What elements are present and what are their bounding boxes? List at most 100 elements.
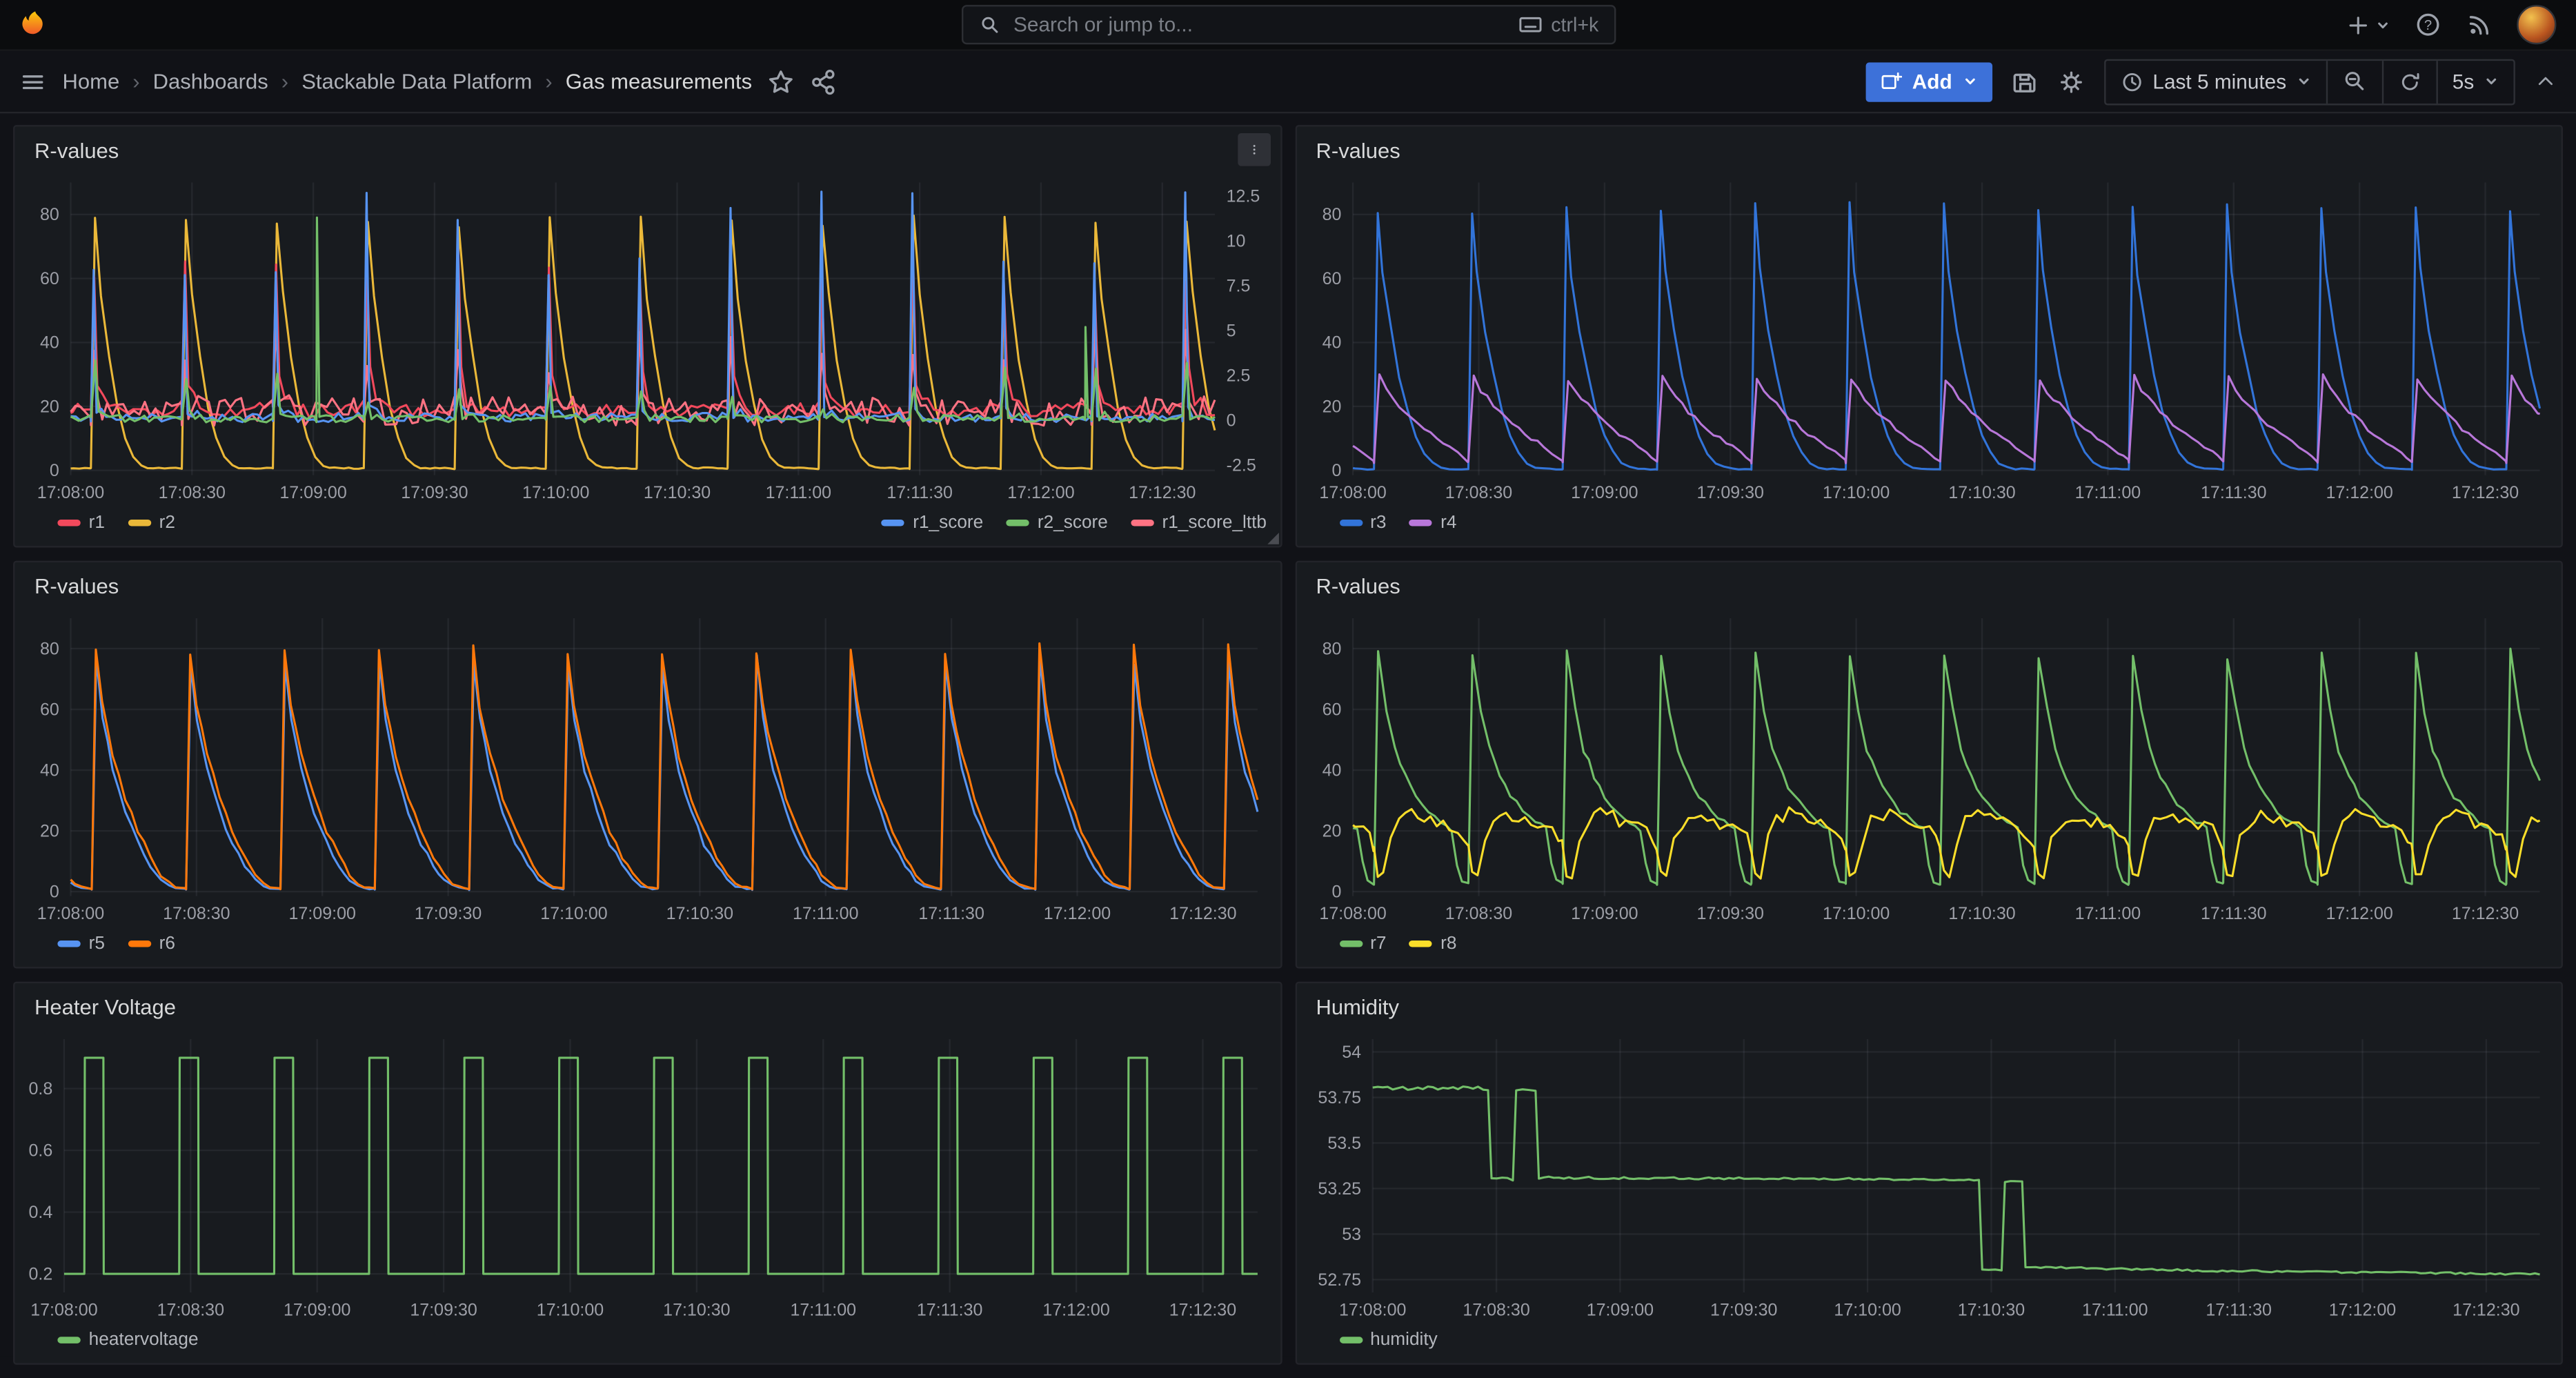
panel-header[interactable]: R-values [1296,562,2562,609]
refresh-button[interactable] [2381,60,2436,103]
time-series-chart[interactable]: 17:08:0017:08:3017:09:0017:09:3017:10:00… [1296,1030,2562,1322]
legend-item-r7[interactable]: r7 [1339,934,1387,954]
panel-title[interactable]: Heater Voltage [34,994,176,1018]
panel-title[interactable]: R-values [1316,573,1400,598]
time-series-chart[interactable]: 17:08:0017:08:3017:09:0017:09:3017:10:00… [14,609,1280,926]
x-axis-label: 17:12:30 [1169,904,1236,923]
breadcrumb-folder[interactable]: Stackable Data Platform [301,69,532,94]
save-dashboard-button[interactable] [2011,68,2037,95]
legend-item-r2_score[interactable]: r2_score [1007,513,1108,533]
legend-label: r1_score [913,513,983,533]
menu-toggle[interactable] [20,68,46,95]
zoom-out-button[interactable] [2326,60,2381,103]
shortcut-label: ctrl+k [1551,13,1598,36]
x-axis-label: 17:12:00 [2325,904,2392,923]
y-axis-label: 53.75 [1317,1088,1360,1108]
x-axis-label: 17:10:30 [644,483,711,502]
collapse-toolbar-button[interactable] [2535,70,2556,92]
panel-title[interactable]: R-values [34,573,119,598]
panel-legend: humidity [1296,1322,2562,1364]
legend-item-r3[interactable]: r3 [1339,513,1387,533]
panel-title[interactable]: R-values [1316,137,1400,162]
dashboard-settings-button[interactable] [2057,68,2083,95]
x-axis-label: 17:09:00 [284,1300,350,1319]
chart-canvas: 17:08:0017:08:3017:09:0017:09:3017:10:00… [14,609,1280,926]
y-axis-label: 60 [40,700,59,719]
user-avatar[interactable] [2517,5,2556,44]
chevron-down-icon [2484,74,2499,88]
panel-header[interactable]: Humidity [1296,983,2562,1030]
panel-header[interactable]: Heater Voltage [14,983,1280,1030]
series-humidity [1372,1087,2539,1275]
y-axis-label: 0.4 [28,1203,52,1222]
legend-item-r1_score[interactable]: r1_score [882,513,983,533]
time-series-chart[interactable]: 17:08:0017:08:3017:09:0017:09:3017:10:00… [14,173,1280,504]
add-panel-button[interactable]: Add [1866,61,1992,101]
legend-item-humidity[interactable]: humidity [1339,1330,1438,1350]
help-button[interactable]: ? [2415,12,2441,38]
dashboard-grid: R-values 17:08:0017:08:3017:09:0017:09:3… [0,112,2576,1378]
time-range-picker[interactable]: Last 5 minutes [2105,60,2326,103]
y-axis-label: 20 [1321,821,1340,840]
panel-header[interactable]: R-values [14,562,1280,609]
time-series-chart[interactable]: 17:08:0017:08:3017:09:0017:09:3017:10:00… [1296,609,2562,926]
legend-item-r2[interactable]: r2 [128,513,175,533]
x-axis-label: 17:08:30 [1462,1300,1529,1319]
legend-item-r5[interactable]: r5 [57,934,105,954]
legend-label: r4 [1440,513,1456,533]
news-button[interactable] [2466,12,2492,38]
kebab-icon [1247,138,1260,161]
panel-title[interactable]: Humidity [1316,994,1400,1018]
plus-icon [2346,12,2370,37]
panel-title[interactable]: R-values [34,137,119,162]
panel-header[interactable]: R-values [14,126,1280,173]
grafana-logo-icon[interactable] [20,8,53,41]
legend-swatch [57,520,80,526]
breadcrumb-dashboard-title: Gas measurements [566,69,752,94]
x-axis-label: 17:08:00 [1318,483,1385,502]
x-axis-label: 17:08:30 [163,904,230,923]
search-input[interactable]: Search or jump to... ctrl+k [961,5,1615,44]
x-axis-label: 17:10:00 [1822,904,1889,923]
legend-item-r1_score_lttb[interactable]: r1_score_lttb [1131,513,1267,533]
legend-item-r6[interactable]: r6 [128,934,175,954]
refresh-interval-picker[interactable]: 5s [2436,60,2513,103]
x-axis-label: 17:11:30 [2200,483,2266,502]
panel-header[interactable]: R-values [1296,126,2562,173]
time-range-label: Last 5 minutes [2152,70,2286,92]
breadcrumb-dashboards[interactable]: Dashboards [153,69,268,94]
legend-item-r8[interactable]: r8 [1409,934,1457,954]
legend-swatch [1131,520,1153,526]
legend-swatch [128,941,150,947]
time-series-chart[interactable]: 17:08:0017:08:3017:09:0017:09:3017:10:00… [1296,173,2562,504]
x-axis-label: 17:12:00 [1042,1300,1109,1319]
resize-handle[interactable] [1267,533,1278,544]
y-axis-label: 0 [50,461,59,480]
legend-item-r4[interactable]: r4 [1409,513,1457,533]
share-button[interactable] [811,68,838,95]
breadcrumb-separator: › [281,69,288,94]
time-series-chart[interactable]: 17:08:0017:08:3017:09:0017:09:3017:10:00… [14,1030,1280,1322]
y-axis-label: 40 [40,333,59,353]
favorite-button[interactable] [769,68,795,95]
legend-label: r3 [1370,513,1386,533]
series-r3 [1352,202,2539,470]
chart-canvas: 17:08:0017:08:3017:09:0017:09:3017:10:00… [14,173,1280,504]
new-button[interactable] [2346,12,2390,37]
legend-item-heatervoltage[interactable]: heatervoltage [57,1330,198,1350]
chart-canvas: 17:08:0017:08:3017:09:0017:09:3017:10:00… [14,1030,1280,1322]
x-axis-label: 17:08:30 [1445,904,1512,923]
legend-item-r1[interactable]: r1 [57,513,105,533]
y-axis-label: 0.2 [28,1264,52,1283]
breadcrumb-home[interactable]: Home [63,69,120,94]
panel-heater-voltage: Heater Voltage 17:08:0017:08:3017:09:001… [13,982,1281,1365]
panel-menu-button[interactable] [1237,133,1270,166]
legend-swatch [1339,520,1362,526]
legend-swatch [1007,520,1029,526]
y-axis-label: 53.5 [1327,1134,1360,1153]
legend-label: r2 [159,513,175,533]
breadcrumb: Home › Dashboards › Stackable Data Platf… [63,69,753,94]
y-axis-label: 80 [1321,205,1340,224]
legend-label: r1 [89,513,105,533]
toolbar-actions: Add [1866,59,2556,105]
